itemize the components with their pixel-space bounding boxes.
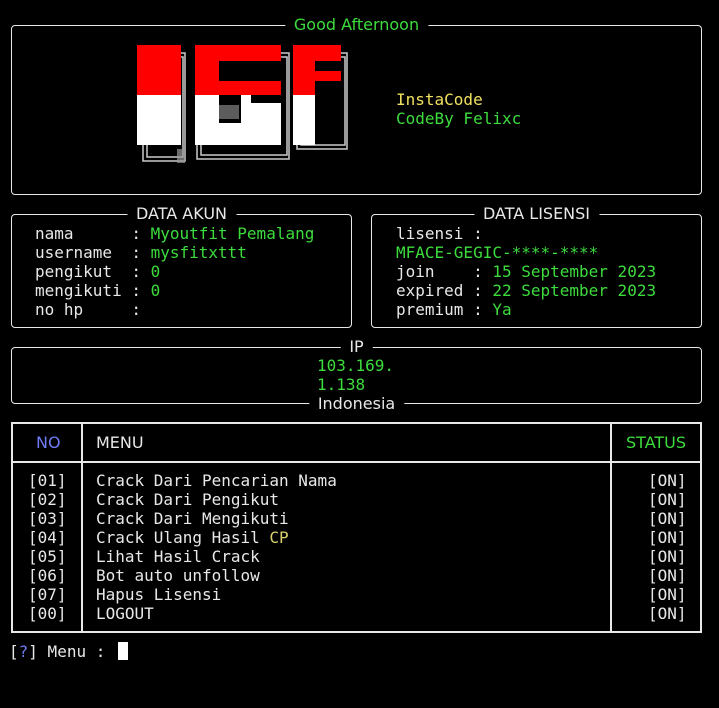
header-menu: MENU	[96, 433, 144, 452]
prompt-bracket: [	[9, 642, 19, 661]
lisensi-row-value: 15 September 2023	[492, 262, 657, 281]
ip-title: IP	[340, 337, 373, 357]
menu-item-bot-unfollow[interactable]: Bot auto unfollow	[96, 566, 337, 585]
lisensi-row: premium : Ya	[396, 300, 656, 319]
status-badge: [ON]	[648, 566, 687, 585]
menu-number[interactable]: [00]	[28, 604, 67, 623]
app-credit: CodeBy Felixc	[396, 109, 522, 128]
lisensi-label: lisensi :	[396, 224, 483, 243]
column-divider	[610, 424, 612, 631]
menu-item-hapus-lisensi[interactable]: Hapus Lisensi	[96, 585, 337, 604]
lisensi-row-label: premium	[396, 300, 474, 319]
license-key: MFACE-GEGIC-****-****	[396, 243, 599, 262]
prompt-bracket: ]	[28, 642, 38, 661]
menu-number[interactable]: [05]	[28, 547, 67, 566]
ip-line-2: 1.138	[317, 375, 366, 394]
lisensi-row-value: 22 September 2023	[492, 281, 657, 300]
akun-row: no hp :	[35, 300, 314, 319]
akun-label: pengikut	[35, 262, 132, 281]
akun-label: no hp	[35, 300, 132, 319]
lisensi-row-label: expired	[396, 281, 474, 300]
lisensi-row-value: Ya	[492, 300, 512, 319]
menu-item-lihat-hasil[interactable]: Lihat Hasil Crack	[96, 547, 337, 566]
menu-item-crack-mengikuti[interactable]: Crack Dari Mengikuti	[96, 509, 337, 528]
lisensi-rows: lisensi : MFACE-GEGIC-****-**** join : 1…	[396, 224, 656, 319]
lisensi-row: expired : 22 September 2023	[396, 281, 656, 300]
greeting-title: Good Afternoon	[284, 15, 429, 35]
lisensi-row: join : 15 September 2023	[396, 262, 656, 281]
menu-item-crack-nama[interactable]: Crack Dari Pencarian Nama	[96, 471, 337, 490]
data-lisensi-panel: DATA LISENSI lisensi : MFACE-GEGIC-****-…	[371, 204, 702, 328]
menu-prompt[interactable]: [?] Menu :	[9, 642, 128, 662]
menu-number[interactable]: [01]	[28, 471, 67, 490]
menu-number[interactable]: [04]	[28, 528, 67, 547]
status-badge: [ON]	[648, 604, 687, 623]
data-akun-title: DATA AKUN	[127, 204, 236, 224]
lisensi-sep: :	[473, 262, 493, 281]
prompt-question-mark: ?	[18, 642, 29, 661]
akun-row: pengikut : 0	[35, 262, 314, 281]
akun-sep: :	[131, 281, 151, 300]
akun-label: username	[35, 243, 132, 262]
menu-item-label: Bot auto unfollow	[96, 566, 260, 585]
akun-sep: :	[131, 243, 151, 262]
ip-country: Indonesia	[308, 394, 405, 414]
menu-item-label: Crack Dari Pengikut	[96, 490, 280, 509]
status-badge: [ON]	[648, 585, 687, 604]
column-divider	[81, 424, 83, 631]
menu-item-suffix: CP	[269, 528, 289, 547]
akun-label: mengikuti	[35, 281, 132, 300]
menu-item-label: Lihat Hasil Crack	[96, 547, 260, 566]
ip-line-1: 103.169.	[317, 356, 395, 375]
menu-item-label: Crack Dari Mengikuti	[96, 509, 289, 528]
akun-sep: :	[131, 300, 151, 319]
menu-labels: Crack Dari Pencarian Nama Crack Dari Pen…	[96, 471, 337, 623]
data-akun-panel: DATA AKUN nama : Myoutfit Pemalang usern…	[11, 204, 352, 328]
akun-sep: :	[131, 224, 151, 243]
ip-panel: IP 103.169. 1.138 Indonesia	[11, 337, 702, 414]
akun-label: nama	[35, 224, 132, 243]
lisensi-row-label: join	[396, 262, 474, 281]
akun-value: 0	[150, 262, 161, 281]
header-no: NO	[36, 433, 61, 452]
header-panel: Good Afternoon InstaCode CodeBy Felixc	[11, 15, 702, 195]
menu-number[interactable]: [02]	[28, 490, 67, 509]
text-cursor[interactable]	[117, 642, 128, 660]
status-badge: [ON]	[648, 490, 687, 509]
menu-item-label: Crack Ulang Hasil	[96, 528, 270, 547]
header-divider	[13, 461, 700, 463]
menu-number[interactable]: [07]	[28, 585, 67, 604]
status-badge: [ON]	[648, 528, 687, 547]
menu-table: NO MENU STATUS [01] [02] [03] [04] [05] …	[11, 422, 702, 633]
lisensi-sep: :	[473, 281, 493, 300]
akun-row: nama : Myoutfit Pemalang	[35, 224, 314, 243]
status-badge: [ON]	[648, 471, 687, 490]
menu-numbers: [01] [02] [03] [04] [05] [06] [07] [00]	[28, 471, 67, 623]
prompt-label: Menu :	[37, 642, 115, 661]
menu-item-crack-ulang[interactable]: Crack Ulang Hasil CP	[96, 528, 337, 547]
status-badge: [ON]	[648, 547, 687, 566]
menu-item-label: Crack Dari Pencarian Nama	[96, 471, 337, 490]
app-name: InstaCode	[396, 90, 483, 109]
data-lisensi-title: DATA LISENSI	[473, 204, 600, 224]
menu-item-label: LOGOUT	[96, 604, 154, 623]
header-status: STATUS	[626, 433, 687, 452]
menu-item-label: Hapus Lisensi	[96, 585, 222, 604]
akun-row: username : mysfitxttt	[35, 243, 314, 262]
akun-value: 0	[150, 281, 161, 300]
menu-item-logout[interactable]: LOGOUT	[96, 604, 337, 623]
lisensi-sep: :	[473, 300, 493, 319]
menu-number[interactable]: [06]	[28, 566, 67, 585]
menu-statuses: [ON] [ON] [ON] [ON] [ON] [ON] [ON] [ON]	[648, 471, 687, 623]
status-badge: [ON]	[648, 509, 687, 528]
akun-row: mengikuti : 0	[35, 281, 314, 300]
akun-sep: :	[131, 262, 151, 281]
akun-value: Myoutfit Pemalang	[150, 224, 315, 243]
akun-value: mysfitxttt	[150, 243, 247, 262]
menu-item-crack-pengikut[interactable]: Crack Dari Pengikut	[96, 490, 337, 509]
igf-logo	[137, 45, 348, 163]
akun-rows: nama : Myoutfit Pemalang username : mysf…	[35, 224, 314, 319]
menu-number[interactable]: [03]	[28, 509, 67, 528]
